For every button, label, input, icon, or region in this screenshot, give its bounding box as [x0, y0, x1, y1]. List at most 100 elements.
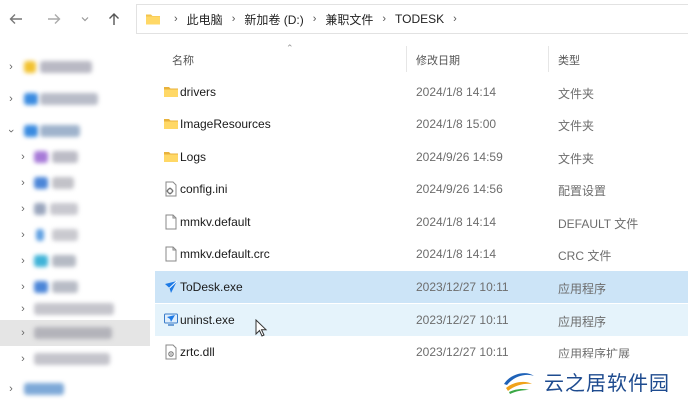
- folder-icon: [164, 152, 178, 162]
- file-date: 2024/9/26 14:56: [416, 182, 503, 196]
- file-name: mmkv.default.crc: [180, 247, 270, 261]
- mouse-cursor-icon: [255, 319, 268, 337]
- breadcrumb-current[interactable]: TODESK: [395, 12, 444, 26]
- file-name: zrtc.dll: [180, 345, 215, 359]
- forward-button[interactable]: [44, 9, 64, 29]
- tree-item[interactable]: ›: [0, 248, 150, 274]
- file-row-selected[interactable]: ToDesk.exe 2023/12/27 10:11 应用程序: [155, 271, 688, 303]
- breadcrumb-separator-icon: ›: [231, 13, 236, 25]
- file-name: uninst.exe: [180, 313, 235, 327]
- file-name: ImageResources: [180, 117, 271, 131]
- file-date: 2023/12/27 10:11: [416, 280, 509, 294]
- file-row[interactable]: ImageResources 2024/1/8 15:00 文件夹: [155, 108, 688, 140]
- chevron-down-icon: [81, 17, 89, 22]
- tree-item-selected[interactable]: ›: [0, 320, 150, 346]
- file-name: ToDesk.exe: [180, 280, 243, 294]
- watermark-logo-icon: [504, 372, 534, 394]
- file-name: drivers: [180, 85, 217, 99]
- address-bar[interactable]: › 此电脑 › 新加卷 (D:) › 兼职文件 › TODESK ›: [136, 4, 688, 34]
- column-header-name[interactable]: 名称: [172, 52, 194, 68]
- column-divider[interactable]: [406, 46, 407, 72]
- file-icon: [165, 246, 177, 262]
- breadcrumb-separator-icon: ›: [453, 13, 457, 25]
- tree-item[interactable]: ›: [0, 222, 150, 248]
- file-list: ⌃ 名称 修改日期 类型 drivers 2024/1/8 14:14 文件夹 …: [150, 40, 688, 405]
- up-button[interactable]: [104, 9, 124, 29]
- watermark-text: 云之居软件园: [544, 371, 670, 395]
- file-row[interactable]: mmkv.default 2024/1/8 14:14 DEFAULT 文件: [155, 206, 688, 238]
- arrow-left-icon: [9, 14, 22, 24]
- file-name: config.ini: [180, 182, 228, 196]
- dll-file-icon: [165, 344, 177, 360]
- chevron-right-icon: ›: [9, 383, 13, 395]
- tree-item[interactable]: ›: [0, 54, 150, 80]
- arrow-up-icon: [109, 13, 119, 25]
- tree-item[interactable]: ›: [0, 376, 150, 402]
- watermark: 云之居软件园: [498, 358, 688, 405]
- breadcrumb-separator-icon: ›: [174, 13, 178, 25]
- chevron-right-icon: ›: [21, 327, 25, 339]
- file-name: mmkv.default: [180, 215, 251, 229]
- file-type: DEFAULT 文件: [558, 217, 639, 231]
- installer-app-icon: [164, 313, 178, 326]
- settings-file-icon: [165, 181, 177, 197]
- chevron-right-icon: ›: [21, 303, 25, 315]
- tree-item[interactable]: ›: [0, 296, 150, 322]
- chevron-down-icon: ›: [5, 129, 17, 133]
- navigation-pane: › › › › › › › › › › › › ›: [0, 40, 150, 405]
- chevron-right-icon: ›: [9, 93, 13, 105]
- file-row[interactable]: config.ini 2024/9/26 14:56 配置设置: [155, 173, 688, 205]
- file-type: 文件夹: [558, 87, 595, 101]
- breadcrumb-drive-d[interactable]: 新加卷 (D:): [244, 11, 303, 28]
- file-row[interactable]: drivers 2024/1/8 14:14 文件夹: [155, 76, 688, 108]
- chevron-right-icon: ›: [21, 255, 25, 267]
- tree-item[interactable]: ›: [0, 144, 150, 170]
- navigation-bar: › 此电脑 › 新加卷 (D:) › 兼职文件 › TODESK ›: [0, 0, 688, 40]
- file-type: CRC 文件: [558, 249, 612, 263]
- tree-item[interactable]: ›: [0, 196, 150, 222]
- arrow-right-icon: [48, 14, 61, 24]
- file-row[interactable]: Logs 2024/9/26 14:59 文件夹: [155, 141, 688, 173]
- folder-icon: [146, 14, 160, 25]
- file-type: 配置设置: [558, 184, 607, 198]
- column-divider[interactable]: [548, 46, 549, 72]
- breadcrumb-this-pc[interactable]: 此电脑: [187, 11, 223, 28]
- todesk-app-icon: [165, 280, 178, 293]
- sort-caret-icon: ⌃: [286, 43, 294, 53]
- tree-item[interactable]: ›: [0, 86, 150, 112]
- column-header-type[interactable]: 类型: [558, 52, 580, 68]
- file-date: 2023/12/27 10:11: [416, 313, 509, 327]
- file-date: 2024/1/8 14:14: [416, 215, 497, 229]
- file-date: 2024/1/8 14:14: [416, 85, 497, 99]
- file-row[interactable]: uninst.exe 2023/12/27 10:11 应用程序: [155, 304, 688, 336]
- breadcrumb-separator-icon: ›: [312, 13, 317, 25]
- chevron-right-icon: ›: [21, 177, 25, 189]
- chevron-right-icon: ›: [21, 229, 25, 241]
- chevron-right-icon: ›: [21, 353, 25, 365]
- file-date: 2024/1/8 14:14: [416, 247, 497, 261]
- chevron-right-icon: ›: [21, 151, 25, 163]
- tree-item[interactable]: ›: [0, 118, 150, 144]
- chevron-right-icon: ›: [9, 61, 13, 73]
- back-button[interactable]: [6, 9, 26, 29]
- file-icon: [165, 214, 177, 230]
- file-type: 应用程序: [558, 315, 607, 329]
- breadcrumb-separator-icon: ›: [382, 13, 387, 25]
- tree-item[interactable]: ›: [0, 170, 150, 196]
- folder-icon: [164, 119, 178, 129]
- file-type: 文件夹: [558, 152, 595, 166]
- column-header-date[interactable]: 修改日期: [416, 52, 460, 68]
- file-row[interactable]: mmkv.default.crc 2024/1/8 14:14 CRC 文件: [155, 238, 688, 270]
- file-date: 2024/9/26 14:59: [416, 150, 503, 164]
- folder-icon: [164, 87, 178, 97]
- file-type: 应用程序: [558, 282, 607, 296]
- chevron-right-icon: ›: [21, 203, 25, 215]
- breadcrumb-folder[interactable]: 兼职文件: [325, 11, 373, 28]
- chevron-right-icon: ›: [21, 281, 25, 293]
- file-date: 2024/1/8 15:00: [416, 117, 497, 131]
- tree-item[interactable]: ›: [0, 346, 150, 372]
- history-dropdown-button[interactable]: [75, 9, 95, 29]
- file-date: 2023/12/27 10:11: [416, 345, 509, 359]
- file-name: Logs: [180, 150, 207, 164]
- file-type: 文件夹: [558, 119, 595, 133]
